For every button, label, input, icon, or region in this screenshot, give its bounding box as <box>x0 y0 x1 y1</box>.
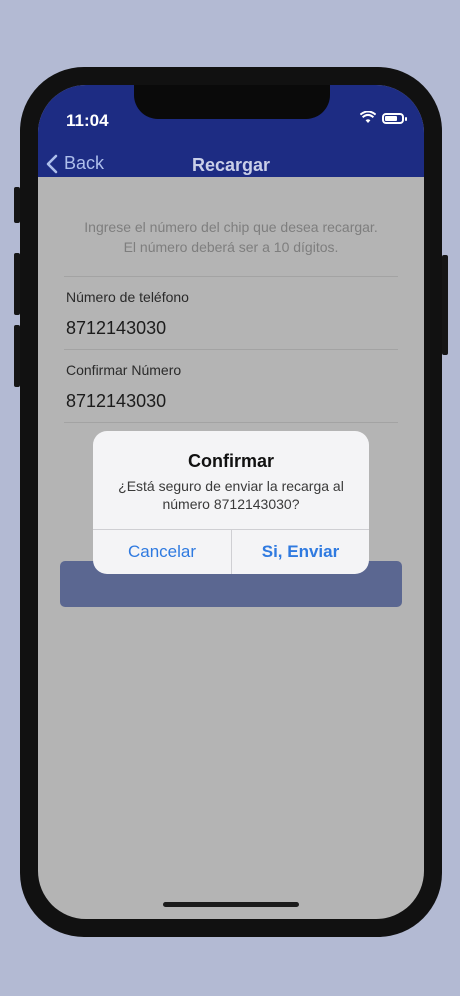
status-time: 11:04 <box>66 111 109 130</box>
mute-switch <box>14 187 20 223</box>
confirm-number-label: Confirmar Número <box>66 362 182 378</box>
alert-message: ¿Está seguro de enviar la recarga al núm… <box>107 477 355 513</box>
instructions-line-1: Ingrese el número del chip que desea rec… <box>84 219 378 235</box>
divider <box>64 349 398 350</box>
navigation-bar: 11:04 Back Recargar <box>38 85 424 177</box>
divider <box>64 422 398 423</box>
notch <box>134 85 330 119</box>
power-button <box>442 255 448 355</box>
phone-number-label: Número de teléfono <box>66 289 189 305</box>
confirm-send-button[interactable]: Si, Enviar <box>232 530 369 574</box>
alert-message-line-1: ¿Está seguro de enviar la recarga al <box>118 478 344 494</box>
wifi-icon <box>359 110 377 128</box>
phone-number-input[interactable] <box>66 318 366 339</box>
volume-up-button <box>14 253 20 315</box>
alert-message-line-2: número 8712143030? <box>162 496 300 512</box>
confirm-number-input[interactable] <box>66 391 366 412</box>
instructions-line-2: El número deberá ser a 10 dígitos. <box>123 239 339 255</box>
divider <box>64 276 398 277</box>
cancel-button[interactable]: Cancelar <box>93 530 231 574</box>
alert-title: Confirmar <box>187 451 274 471</box>
instructions-text: Ingrese el número del chip que desea rec… <box>38 217 424 257</box>
page-title: Recargar <box>191 155 271 175</box>
volume-down-button <box>14 325 20 387</box>
confirm-alert: Confirmar ¿Está seguro de enviar la reca… <box>93 431 369 574</box>
battery-icon <box>382 113 407 124</box>
home-indicator <box>163 902 299 907</box>
